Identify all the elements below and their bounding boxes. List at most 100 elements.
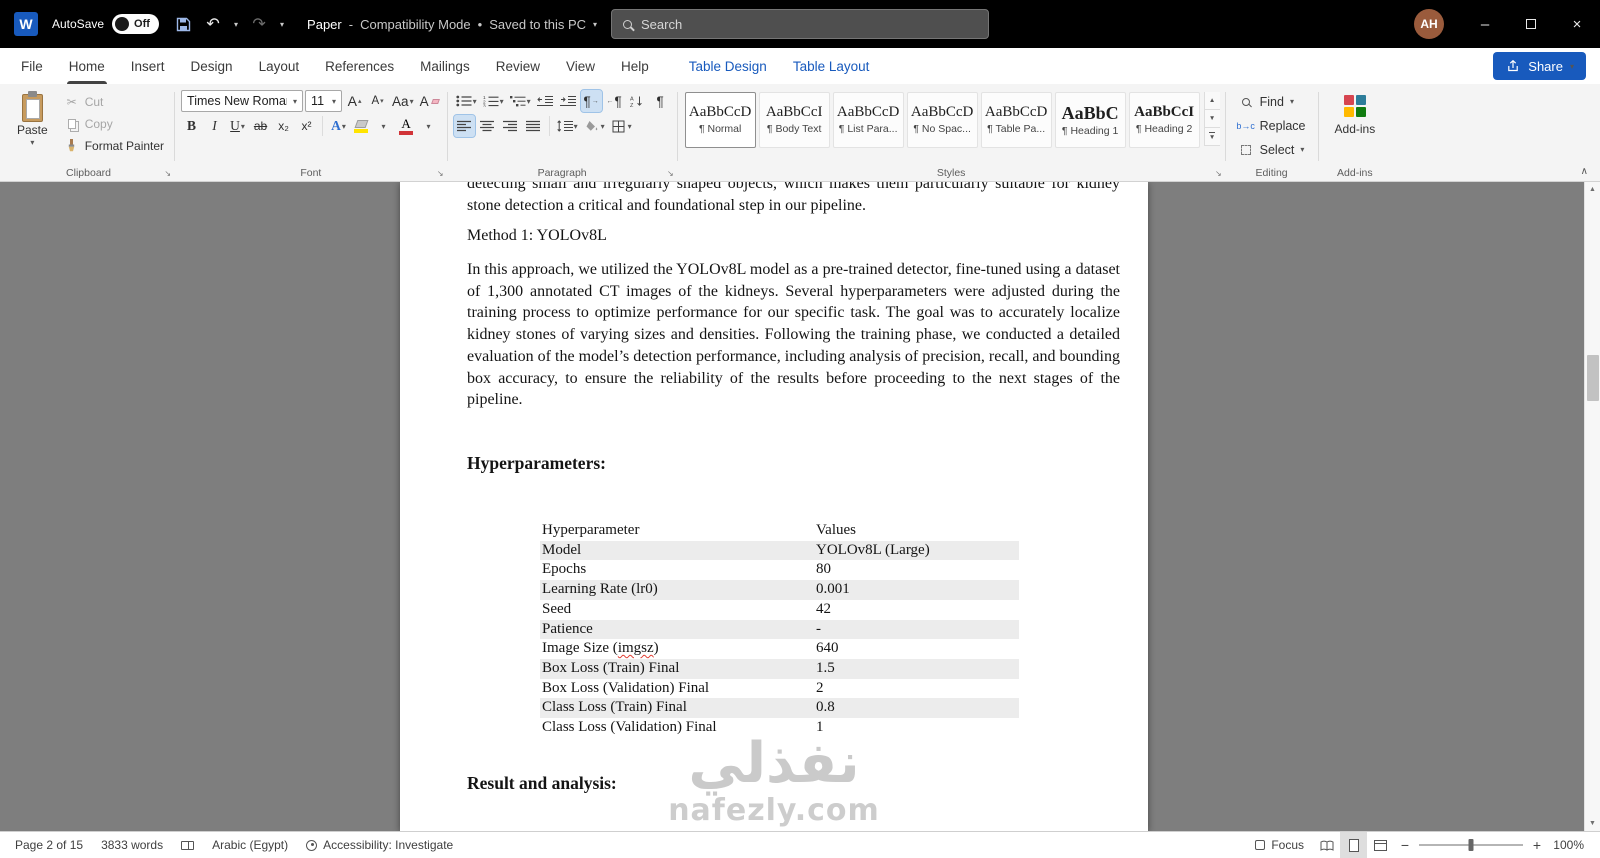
grow-font-button[interactable]: A ▴ <box>344 90 365 112</box>
search-box[interactable]: Search <box>611 9 989 39</box>
zoom-in-button[interactable]: + <box>1526 837 1548 853</box>
align-center-button[interactable] <box>477 115 498 137</box>
line-spacing-button[interactable]: ▾ <box>555 115 580 137</box>
table-cell[interactable]: 640 <box>814 639 1019 659</box>
find-button[interactable]: Find ▾ <box>1232 90 1312 113</box>
word-app-icon[interactable]: W <box>14 12 38 36</box>
vertical-scrollbar[interactable]: ▲ ▼ <box>1584 182 1600 831</box>
italic-button[interactable]: I <box>204 115 225 137</box>
cut-button[interactable]: ✂ Cut <box>58 91 170 113</box>
multilevel-list-button[interactable]: ▾ <box>508 90 533 112</box>
style-list-para[interactable]: AaBbCcD ¶ List Para... <box>832 92 904 148</box>
table-cell[interactable]: 42 <box>814 600 1019 620</box>
increase-indent-button[interactable] <box>558 90 579 112</box>
table-cell[interactable]: - <box>814 620 1019 640</box>
styles-more-button[interactable]: ▼ <box>1204 128 1220 146</box>
tab-insert[interactable]: Insert <box>118 48 178 84</box>
borders-button[interactable]: ▾ <box>609 115 634 137</box>
tab-references[interactable]: References <box>312 48 407 84</box>
zoom-slider[interactable] <box>1419 839 1523 851</box>
zoom-out-button[interactable]: − <box>1394 837 1416 853</box>
document-page[interactable]: detecting small and irregularly shaped o… <box>400 182 1148 831</box>
style-table-pa[interactable]: AaBbCcD ¶ Table Pa... <box>980 92 1052 148</box>
zoom-level-indicator[interactable]: 100% <box>1548 838 1594 852</box>
shrink-font-button[interactable]: A ▾ <box>367 90 388 112</box>
body-paragraph[interactable]: In this approach, we utilized the YOLOv8… <box>467 259 1120 411</box>
highlight-color-button[interactable] <box>351 115 371 137</box>
subscript-button[interactable]: x₂ <box>273 115 294 137</box>
show-formatting-marks-button[interactable]: ¶ <box>650 90 671 112</box>
shading-button[interactable]: ▾ <box>582 115 607 137</box>
clipboard-dialog-launcher[interactable]: ↘ <box>164 169 171 178</box>
tab-home[interactable]: Home <box>56 48 118 84</box>
font-color-dropdown[interactable]: ▾ <box>418 115 439 137</box>
minimize-button[interactable]: – <box>1462 0 1508 48</box>
clear-formatting-button[interactable]: A <box>418 90 441 112</box>
tab-view[interactable]: View <box>553 48 608 84</box>
method-heading[interactable]: Method 1: YOLOv8L <box>467 227 607 245</box>
select-button[interactable]: Select ▾ <box>1232 138 1312 161</box>
tab-review[interactable]: Review <box>483 48 553 84</box>
table-cell[interactable]: Image Size (imgsz) <box>540 639 814 659</box>
paste-button[interactable]: Paste ▾ <box>7 88 58 165</box>
decrease-indent-button[interactable] <box>535 90 556 112</box>
table-cell[interactable]: 1 <box>814 718 1019 738</box>
zoom-slider-thumb[interactable] <box>1468 839 1474 851</box>
table-cell[interactable]: Box Loss (Validation) Final <box>540 679 814 699</box>
document-title[interactable]: Paper - Compatibility Mode • Saved to th… <box>307 17 597 32</box>
styles-scroll-down-button[interactable]: ▼ <box>1204 110 1220 128</box>
font-name-select[interactable]: Times New Roman ▾ <box>181 90 304 112</box>
styles-scroll-up-button[interactable]: ▲ <box>1204 92 1220 110</box>
quick-access-overflow-button[interactable]: ▾ <box>275 9 289 39</box>
style-normal[interactable]: AaBbCcD ¶ Normal <box>684 92 756 148</box>
save-button[interactable] <box>169 9 197 39</box>
tab-table-design[interactable]: Table Design <box>676 48 780 84</box>
copy-button[interactable]: Copy <box>58 113 170 135</box>
share-button[interactable]: Share ▾ <box>1493 52 1586 80</box>
autosave-toggle[interactable]: Off <box>112 14 160 34</box>
font-dialog-launcher[interactable]: ↘ <box>437 169 444 178</box>
maximize-button[interactable] <box>1508 0 1554 48</box>
tab-help[interactable]: Help <box>608 48 662 84</box>
user-avatar[interactable]: AH <box>1414 9 1444 39</box>
accessibility-checker-button[interactable]: Accessibility: Investigate <box>297 832 462 858</box>
bullets-button[interactable]: ▾ <box>454 90 479 112</box>
addins-button[interactable]: Add-ins <box>1323 88 1388 165</box>
table-cell[interactable]: 80 <box>814 560 1019 580</box>
tab-table-layout[interactable]: Table Layout <box>780 48 883 84</box>
highlight-dropdown[interactable]: ▾ <box>373 115 394 137</box>
font-size-select[interactable]: 11 ▾ <box>305 90 343 112</box>
font-color-button[interactable]: A <box>396 115 416 137</box>
table-cell[interactable]: Box Loss (Train) Final <box>540 659 814 679</box>
web-layout-button[interactable] <box>1367 832 1394 858</box>
read-mode-button[interactable] <box>1313 832 1340 858</box>
table-cell[interactable]: Epochs <box>540 560 814 580</box>
word-count-indicator[interactable]: 3833 words <box>92 832 172 858</box>
result-heading[interactable]: Result and analysis: <box>467 773 617 794</box>
align-left-button[interactable] <box>452 114 476 138</box>
table-cell[interactable]: 0.001 <box>814 580 1019 600</box>
replace-button[interactable]: b→c Replace <box>1232 114 1312 137</box>
table-cell[interactable]: 1.5 <box>814 659 1019 679</box>
tab-mailings[interactable]: Mailings <box>407 48 483 84</box>
paragraph-dialog-launcher[interactable]: ↘ <box>667 169 674 178</box>
collapse-ribbon-button[interactable]: ∧ <box>1581 166 1588 177</box>
undo-dropdown-button[interactable]: ▾ <box>229 9 243 39</box>
language-indicator[interactable]: Arabic (Egypt) <box>203 832 297 858</box>
table-cell[interactable]: 0.8 <box>814 698 1019 718</box>
table-cell[interactable]: Patience <box>540 620 814 640</box>
focus-mode-button[interactable]: Focus <box>1246 832 1313 858</box>
ltr-text-direction-button[interactable]: ¶ → <box>579 89 603 113</box>
table-cell[interactable]: Model <box>540 541 814 561</box>
table-cell[interactable]: 2 <box>814 679 1019 699</box>
tab-design[interactable]: Design <box>178 48 246 84</box>
styles-dialog-launcher[interactable]: ↘ <box>1215 169 1222 178</box>
scrollbar-thumb[interactable] <box>1587 355 1599 401</box>
style-heading-1[interactable]: AaBbC ¶ Heading 1 <box>1054 92 1126 148</box>
style-body-text[interactable]: AaBbCcI ¶ Body Text <box>758 92 830 148</box>
table-cell[interactable]: Learning Rate (lr0) <box>540 580 814 600</box>
print-layout-button[interactable] <box>1340 832 1367 858</box>
table-cell[interactable]: Class Loss (Validation) Final <box>540 718 814 738</box>
scroll-down-arrow[interactable]: ▼ <box>1585 820 1600 827</box>
tab-layout[interactable]: Layout <box>246 48 313 84</box>
